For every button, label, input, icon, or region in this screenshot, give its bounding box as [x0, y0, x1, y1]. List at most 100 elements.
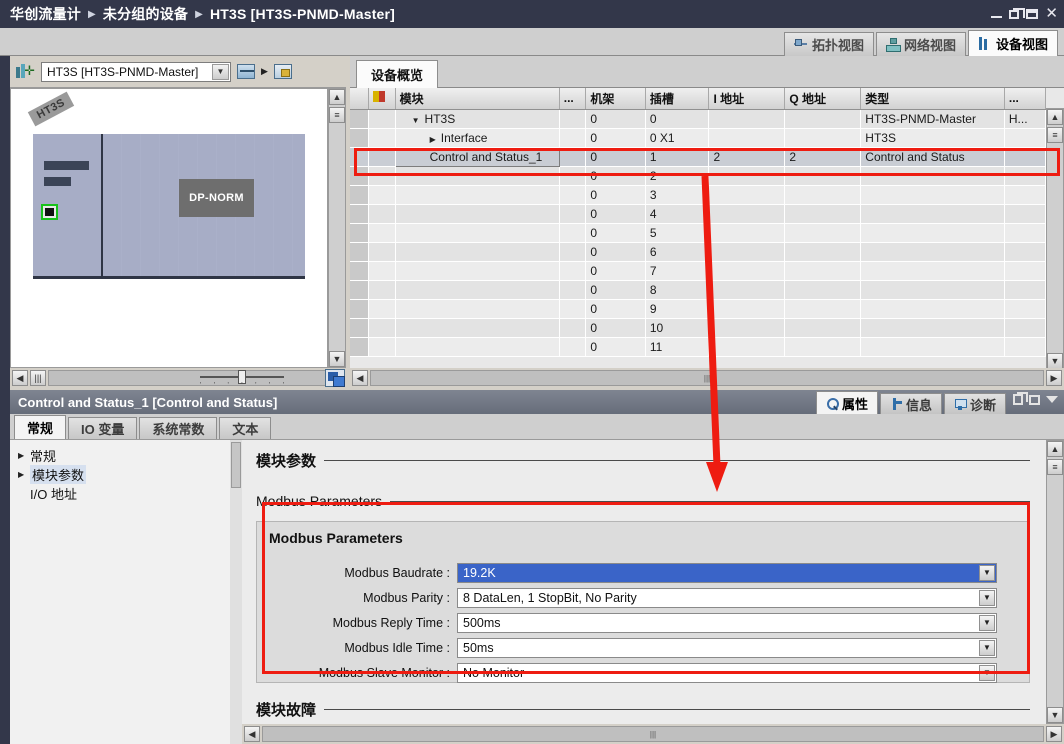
subtab-system-constants[interactable]: 系统常数 [139, 417, 218, 439]
row-module-name[interactable] [395, 337, 560, 357]
table-scroll-right-icon[interactable]: ▶ [1046, 370, 1062, 386]
col-filter-icon[interactable] [368, 88, 396, 110]
hscroll-thumb-icon[interactable]: ||| [30, 370, 46, 386]
minimize-icon[interactable] [991, 16, 1003, 18]
properties-nav-tree[interactable]: ▶ 常规 ▶ 模块参数 I/O 地址 [10, 440, 240, 744]
module-overview-table[interactable]: 模块 ... 机架 插槽 I 地址 Q 地址 类型 ... ▼ HT3S 0 0… [350, 88, 1064, 388]
chevron-down-icon[interactable]: ▼ [979, 589, 995, 606]
maximize-icon[interactable] [1026, 9, 1039, 19]
warning-filter-icon[interactable] [372, 90, 386, 103]
table-scroll-left-icon[interactable]: ◀ [352, 370, 368, 386]
row-module-name[interactable] [395, 280, 560, 300]
toolbar-expand-icon[interactable]: ▶ [261, 66, 268, 77]
chevron-down-icon[interactable]: ▼ [979, 639, 995, 656]
table-row-selected[interactable]: Control and Status_1 0 1 2 2 Control and… [350, 146, 1047, 167]
row-module-name[interactable]: Control and Status_1 [394, 146, 560, 167]
table-row[interactable]: 08 [350, 280, 1047, 300]
properties-horizontal-scrollbar[interactable]: ◀ ||| ▶ [242, 724, 1064, 744]
table-row[interactable]: ▶ Interface 0 0 X1 HT3S [350, 128, 1047, 148]
row-module-name[interactable] [395, 242, 560, 262]
scroll-left-icon[interactable]: ◀ [12, 370, 28, 386]
dp-norm-module[interactable]: DP-NORM [179, 179, 254, 217]
chevron-down-icon[interactable]: ▼ [979, 564, 995, 581]
select-modbus-idle-time[interactable]: 50ms ▼ [457, 637, 997, 658]
device-combo[interactable]: HT3S [HT3S-PNMD-Master] ▼ [41, 61, 231, 82]
row-module-name[interactable] [395, 261, 560, 281]
select-modbus-parity[interactable]: 8 DataLen, 1 StopBit, No Parity ▼ [457, 587, 997, 608]
module-lock-icon[interactable] [273, 64, 292, 79]
table-row[interactable]: 0 10 [350, 318, 1047, 338]
tab-info[interactable]: 信息 [879, 393, 942, 414]
panel-collapse-icon[interactable] [1046, 396, 1058, 403]
chevron-down-icon[interactable]: ▼ [212, 63, 229, 80]
table-scroll-up-icon[interactable]: ▲ [1047, 109, 1063, 125]
breadcrumb-item-project[interactable]: 华创流量计 [10, 4, 81, 24]
nav-item-module-parameters[interactable]: ▶ 模块参数 [10, 465, 239, 484]
tree-expand-icon[interactable]: ▶ [18, 451, 30, 460]
properties-nav-scrollbar[interactable] [230, 440, 242, 744]
table-row[interactable]: 02 [350, 166, 1047, 186]
table-hscroll-thumb[interactable]: ||| [370, 370, 1044, 386]
scroll-thumb-icon[interactable]: ≡ [329, 107, 345, 123]
table-horizontal-scrollbar[interactable]: ◀ ||| ▶ [350, 368, 1064, 388]
scroll-up-icon[interactable]: ▲ [329, 89, 345, 105]
overlap-toggle-icon[interactable] [325, 369, 345, 387]
subtab-texts[interactable]: 文本 [219, 417, 272, 439]
nav-item-io-addresses[interactable]: I/O 地址 [10, 484, 239, 503]
props-scroll-left-icon[interactable]: ◀ [244, 726, 260, 742]
tree-expand-icon[interactable]: ▶ [18, 470, 30, 479]
col-more[interactable]: ... [1004, 88, 1047, 110]
row-module-name[interactable] [395, 185, 560, 205]
select-modbus-reply-time[interactable]: 500ms ▼ [457, 612, 997, 633]
row-module-name[interactable] [395, 299, 560, 319]
row-module-name[interactable]: ▼ HT3S [395, 109, 560, 129]
chevron-down-icon[interactable]: ▼ [979, 614, 995, 631]
device-vertical-scrollbar[interactable]: ▲ ≡ ▼ [328, 88, 346, 368]
table-row[interactable]: 09 [350, 299, 1047, 319]
close-icon[interactable]: ✕ [1045, 6, 1058, 21]
tree-expand-icon[interactable]: ▶ [430, 135, 436, 144]
table-row[interactable]: 07 [350, 261, 1047, 281]
table-row[interactable]: 03 [350, 185, 1047, 205]
select-modbus-baudrate[interactable]: 19.2K ▼ [457, 562, 997, 583]
tab-properties[interactable]: 属性 [815, 391, 878, 414]
select-modbus-slave-monitor[interactable]: No Monitor ▼ [457, 662, 997, 683]
row-module-name[interactable] [395, 204, 560, 224]
breadcrumb-item-device[interactable]: HT3S [HT3S-PNMD-Master] [210, 6, 395, 22]
table-row[interactable]: 0 11 [350, 337, 1047, 357]
table-row[interactable]: 04 [350, 204, 1047, 224]
panel-minimize-icon[interactable] [1029, 394, 1040, 405]
row-module-name[interactable] [395, 223, 560, 243]
table-scroll-thumb-icon[interactable]: ≡ [1047, 127, 1063, 143]
device-horizontal-scrollbar[interactable]: ◀ ||| ▶ [10, 368, 346, 388]
scroll-down-icon[interactable]: ▼ [329, 351, 345, 367]
device-rack[interactable]: DP-NORM [33, 134, 305, 279]
row-module-name[interactable] [395, 166, 560, 186]
zoom-slider[interactable]: ' ' ' ' ' ' ' [200, 370, 284, 389]
col-module[interactable]: 模块 [395, 88, 560, 110]
device-graphic-canvas[interactable]: HT3S DP-NORM [10, 88, 328, 368]
subtab-general[interactable]: 常规 [14, 415, 67, 439]
props-scroll-down-icon[interactable]: ▼ [1047, 707, 1063, 723]
table-scroll-down-icon[interactable]: ▼ [1047, 353, 1063, 369]
table-row[interactable]: 06 [350, 242, 1047, 262]
chevron-down-icon[interactable]: ▼ [979, 664, 995, 681]
tab-diagnostics[interactable]: 诊断 [943, 393, 1006, 414]
props-scroll-right-icon[interactable]: ▶ [1046, 726, 1062, 742]
props-hscroll-thumb[interactable]: ||| [262, 726, 1044, 742]
table-row[interactable]: 05 [350, 223, 1047, 243]
col-slot[interactable]: 插槽 [645, 88, 710, 110]
restore-icon[interactable] [1009, 7, 1026, 19]
nav-scroll-thumb[interactable] [231, 442, 241, 488]
panel-float-icon[interactable] [1013, 392, 1028, 405]
tab-device-overview[interactable]: 设备概览 [356, 60, 439, 88]
row-module-name[interactable]: ▶ Interface [395, 128, 560, 148]
hscroll-track[interactable] [48, 370, 326, 386]
tab-device-view[interactable]: 设备视图 [967, 30, 1058, 56]
nav-item-general[interactable]: ▶ 常规 [10, 446, 239, 465]
props-scroll-up-icon[interactable]: ▲ [1047, 441, 1063, 457]
col-q-address[interactable]: Q 地址 [784, 88, 862, 110]
col-type[interactable]: 类型 [860, 88, 1005, 110]
tab-topology-view[interactable]: 拓扑视图 [783, 32, 874, 56]
col-dots[interactable]: ... [559, 88, 587, 110]
